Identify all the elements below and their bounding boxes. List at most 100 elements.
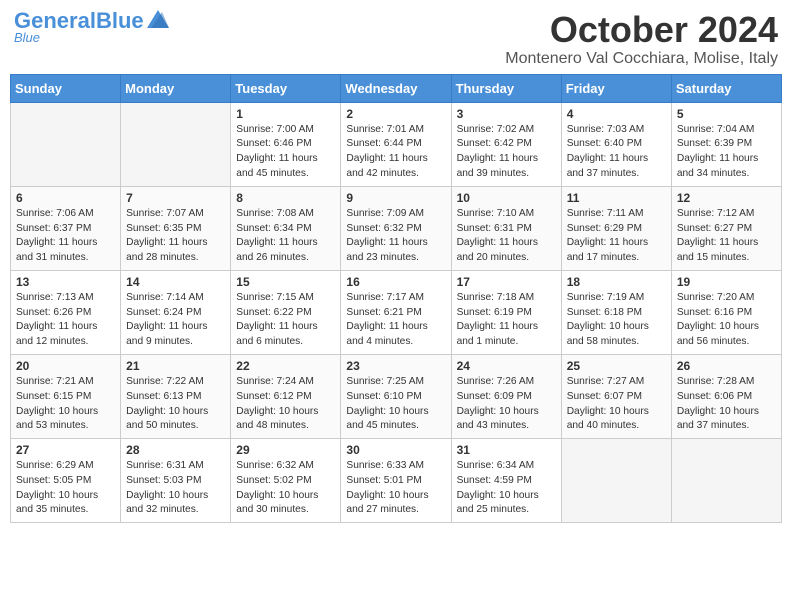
calendar-day: 17 Sunrise: 7:18 AM Sunset: 6:19 PM Dayli… <box>451 270 561 354</box>
day-number: 2 <box>346 107 445 121</box>
calendar-week-1: 1 Sunrise: 7:00 AM Sunset: 6:46 PM Daylig… <box>11 102 782 186</box>
day-number: 25 <box>567 359 666 373</box>
calendar-week-3: 13 Sunrise: 7:13 AM Sunset: 6:26 PM Dayli… <box>11 270 782 354</box>
day-number: 19 <box>677 275 776 289</box>
calendar-day: 20Sunrise: 7:21 AM Sunset: 6:15 PM Dayli… <box>11 354 121 438</box>
day-info: Sunrise: 6:32 AM Sunset: 5:02 PM Dayligh… <box>236 459 335 518</box>
day-number: 6 <box>16 191 115 205</box>
day-number: 24 <box>457 359 556 373</box>
day-info: Sunrise: 7:25 AM Sunset: 6:10 PM Dayligh… <box>346 375 445 434</box>
calendar-day: 1 Sunrise: 7:00 AM Sunset: 6:46 PM Daylig… <box>231 102 341 186</box>
day-info: Sunrise: 7:04 AM Sunset: 6:39 PM Dayligh… <box>677 123 776 182</box>
day-number: 29 <box>236 443 335 457</box>
day-header-tuesday: Tuesday <box>231 74 341 102</box>
calendar-day: 13 Sunrise: 7:13 AM Sunset: 6:26 PM Dayli… <box>11 270 121 354</box>
calendar-day: 12Sunrise: 7:12 AM Sunset: 6:27 PM Dayli… <box>671 186 781 270</box>
day-number: 9 <box>346 191 445 205</box>
day-number: 8 <box>236 191 335 205</box>
day-info: Sunrise: 7:26 AM Sunset: 6:09 PM Dayligh… <box>457 375 556 434</box>
day-info: Sunrise: 7:09 AM Sunset: 6:32 PM Dayligh… <box>346 207 445 266</box>
calendar-day: 8 Sunrise: 7:08 AM Sunset: 6:34 PM Daylig… <box>231 186 341 270</box>
calendar-day: 18Sunrise: 7:19 AM Sunset: 6:18 PM Dayli… <box>561 270 671 354</box>
calendar-day: 28Sunrise: 6:31 AM Sunset: 5:03 PM Dayli… <box>121 439 231 523</box>
day-header-thursday: Thursday <box>451 74 561 102</box>
calendar-day: 31 Sunrise: 6:34 AM Sunset: 4:59 PM Dayli… <box>451 439 561 523</box>
day-number: 4 <box>567 107 666 121</box>
logo: GeneralBlue Blue <box>14 10 169 45</box>
day-info: Sunrise: 7:07 AM Sunset: 6:35 PM Dayligh… <box>126 207 225 266</box>
calendar-day: 19 Sunrise: 7:20 AM Sunset: 6:16 PM Dayli… <box>671 270 781 354</box>
day-number: 31 <box>457 443 556 457</box>
day-info: Sunrise: 7:11 AM Sunset: 6:29 PM Dayligh… <box>567 207 666 266</box>
day-number: 14 <box>126 275 225 289</box>
calendar-day <box>121 102 231 186</box>
calendar-week-4: 20Sunrise: 7:21 AM Sunset: 6:15 PM Dayli… <box>11 354 782 438</box>
calendar-day: 21 Sunrise: 7:22 AM Sunset: 6:13 PM Dayli… <box>121 354 231 438</box>
calendar-day: 25 Sunrise: 7:27 AM Sunset: 6:07 PM Dayli… <box>561 354 671 438</box>
calendar-week-2: 6 Sunrise: 7:06 AM Sunset: 6:37 PM Daylig… <box>11 186 782 270</box>
day-header-friday: Friday <box>561 74 671 102</box>
logo-text: GeneralBlue <box>14 10 144 32</box>
location: Montenero Val Cocchiara, Molise, Italy <box>505 50 778 68</box>
day-number: 3 <box>457 107 556 121</box>
day-number: 16 <box>346 275 445 289</box>
day-info: Sunrise: 7:06 AM Sunset: 6:37 PM Dayligh… <box>16 207 115 266</box>
day-info: Sunrise: 7:20 AM Sunset: 6:16 PM Dayligh… <box>677 291 776 350</box>
day-info: Sunrise: 7:08 AM Sunset: 6:34 PM Dayligh… <box>236 207 335 266</box>
calendar-day: 30 Sunrise: 6:33 AM Sunset: 5:01 PM Dayli… <box>341 439 451 523</box>
day-info: Sunrise: 6:31 AM Sunset: 5:03 PM Dayligh… <box>126 459 225 518</box>
day-number: 17 <box>457 275 556 289</box>
month-title: October 2024 <box>505 10 778 50</box>
day-info: Sunrise: 7:01 AM Sunset: 6:44 PM Dayligh… <box>346 123 445 182</box>
day-info: Sunrise: 6:33 AM Sunset: 5:01 PM Dayligh… <box>346 459 445 518</box>
calendar-day: 15 Sunrise: 7:15 AM Sunset: 6:22 PM Dayli… <box>231 270 341 354</box>
day-info: Sunrise: 7:14 AM Sunset: 6:24 PM Dayligh… <box>126 291 225 350</box>
day-info: Sunrise: 7:22 AM Sunset: 6:13 PM Dayligh… <box>126 375 225 434</box>
day-info: Sunrise: 7:10 AM Sunset: 6:31 PM Dayligh… <box>457 207 556 266</box>
day-info: Sunrise: 7:02 AM Sunset: 6:42 PM Dayligh… <box>457 123 556 182</box>
day-header-sunday: Sunday <box>11 74 121 102</box>
calendar-day: 10 Sunrise: 7:10 AM Sunset: 6:31 PM Dayli… <box>451 186 561 270</box>
logo-subtitle: Blue <box>14 30 40 45</box>
day-number: 27 <box>16 443 115 457</box>
calendar-day <box>671 439 781 523</box>
day-header-monday: Monday <box>121 74 231 102</box>
calendar-day: 27 Sunrise: 6:29 AM Sunset: 5:05 PM Dayli… <box>11 439 121 523</box>
calendar-day: 24 Sunrise: 7:26 AM Sunset: 6:09 PM Dayli… <box>451 354 561 438</box>
day-number: 1 <box>236 107 335 121</box>
day-number: 22 <box>236 359 335 373</box>
page-header: GeneralBlue Blue October 2024 Montenero … <box>10 10 782 68</box>
day-number: 21 <box>126 359 225 373</box>
day-number: 30 <box>346 443 445 457</box>
calendar-day: 3 Sunrise: 7:02 AM Sunset: 6:42 PM Daylig… <box>451 102 561 186</box>
day-info: Sunrise: 6:34 AM Sunset: 4:59 PM Dayligh… <box>457 459 556 518</box>
calendar-day <box>561 439 671 523</box>
day-number: 10 <box>457 191 556 205</box>
day-number: 20 <box>16 359 115 373</box>
day-info: Sunrise: 7:12 AM Sunset: 6:27 PM Dayligh… <box>677 207 776 266</box>
day-number: 23 <box>346 359 445 373</box>
day-header-wednesday: Wednesday <box>341 74 451 102</box>
calendar-day: 14 Sunrise: 7:14 AM Sunset: 6:24 PM Dayli… <box>121 270 231 354</box>
calendar-day: 5 Sunrise: 7:04 AM Sunset: 6:39 PM Daylig… <box>671 102 781 186</box>
calendar-day: 26Sunrise: 7:28 AM Sunset: 6:06 PM Dayli… <box>671 354 781 438</box>
day-info: Sunrise: 7:15 AM Sunset: 6:22 PM Dayligh… <box>236 291 335 350</box>
day-info: Sunrise: 7:00 AM Sunset: 6:46 PM Dayligh… <box>236 123 335 182</box>
calendar-day: 4 Sunrise: 7:03 AM Sunset: 6:40 PM Daylig… <box>561 102 671 186</box>
logo-blue: Blue <box>96 8 144 33</box>
day-info: Sunrise: 6:29 AM Sunset: 5:05 PM Dayligh… <box>16 459 115 518</box>
day-info: Sunrise: 7:24 AM Sunset: 6:12 PM Dayligh… <box>236 375 335 434</box>
title-block: October 2024 Montenero Val Cocchiara, Mo… <box>505 10 778 68</box>
calendar-day: 6 Sunrise: 7:06 AM Sunset: 6:37 PM Daylig… <box>11 186 121 270</box>
day-info: Sunrise: 7:03 AM Sunset: 6:40 PM Dayligh… <box>567 123 666 182</box>
day-number: 15 <box>236 275 335 289</box>
day-info: Sunrise: 7:18 AM Sunset: 6:19 PM Dayligh… <box>457 291 556 350</box>
day-info: Sunrise: 7:13 AM Sunset: 6:26 PM Dayligh… <box>16 291 115 350</box>
day-number: 11 <box>567 191 666 205</box>
calendar-day: 7 Sunrise: 7:07 AM Sunset: 6:35 PM Daylig… <box>121 186 231 270</box>
day-info: Sunrise: 7:28 AM Sunset: 6:06 PM Dayligh… <box>677 375 776 434</box>
day-number: 7 <box>126 191 225 205</box>
day-number: 13 <box>16 275 115 289</box>
day-number: 5 <box>677 107 776 121</box>
day-info: Sunrise: 7:27 AM Sunset: 6:07 PM Dayligh… <box>567 375 666 434</box>
